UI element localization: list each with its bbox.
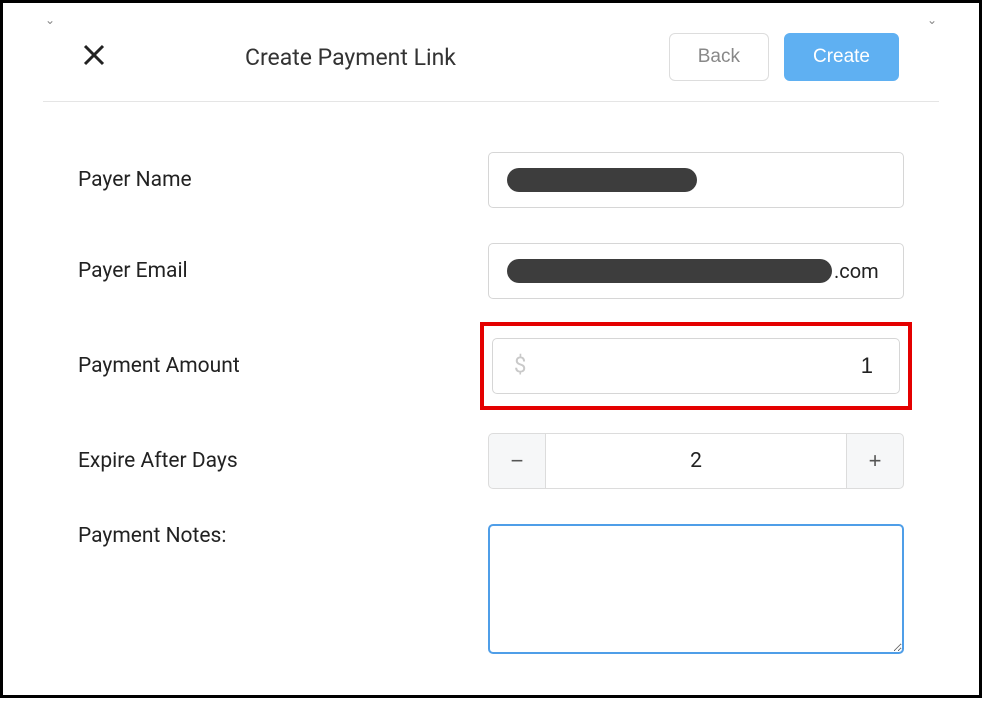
- payment-notes-field[interactable]: [488, 524, 904, 654]
- payer-name-field[interactable]: [488, 152, 904, 208]
- expire-days-value[interactable]: 2: [546, 433, 846, 489]
- payer-name-label: Payer Name: [78, 168, 488, 192]
- payer-email-row: Payer Email .com: [78, 243, 904, 299]
- payer-name-row: Payer Name: [78, 152, 904, 208]
- payment-amount-row: Payment Amount $: [78, 334, 904, 398]
- payment-amount-highlight: $: [480, 322, 912, 410]
- payer-email-field[interactable]: .com: [488, 243, 904, 299]
- payment-form: Payer Name Payer Email .com Payment Amou…: [3, 102, 979, 723]
- decrement-button[interactable]: −: [488, 433, 546, 489]
- corner-mark-tr: ⌄: [927, 13, 937, 27]
- create-button[interactable]: Create: [784, 33, 899, 81]
- expire-days-label: Expire After Days: [78, 449, 488, 473]
- expire-days-row: Expire After Days − 2 +: [78, 433, 904, 489]
- close-icon[interactable]: [83, 43, 105, 71]
- payment-notes-row: Payment Notes:: [78, 524, 904, 658]
- increment-button[interactable]: +: [846, 433, 904, 489]
- email-suffix: .com: [834, 259, 879, 283]
- corner-mark-tl: ⌄: [45, 13, 55, 27]
- back-button[interactable]: Back: [669, 33, 769, 81]
- expire-days-stepper: − 2 +: [488, 433, 904, 489]
- payment-amount-label: Payment Amount: [78, 354, 488, 378]
- payment-amount-field[interactable]: [492, 338, 900, 394]
- payer-email-label: Payer Email: [78, 259, 488, 283]
- payment-notes-label: Payment Notes:: [78, 524, 488, 548]
- redacted-name: [507, 168, 697, 192]
- modal-header: Create Payment Link Back Create: [43, 3, 939, 102]
- redacted-email: [507, 259, 832, 283]
- page-title: Create Payment Link: [245, 44, 456, 71]
